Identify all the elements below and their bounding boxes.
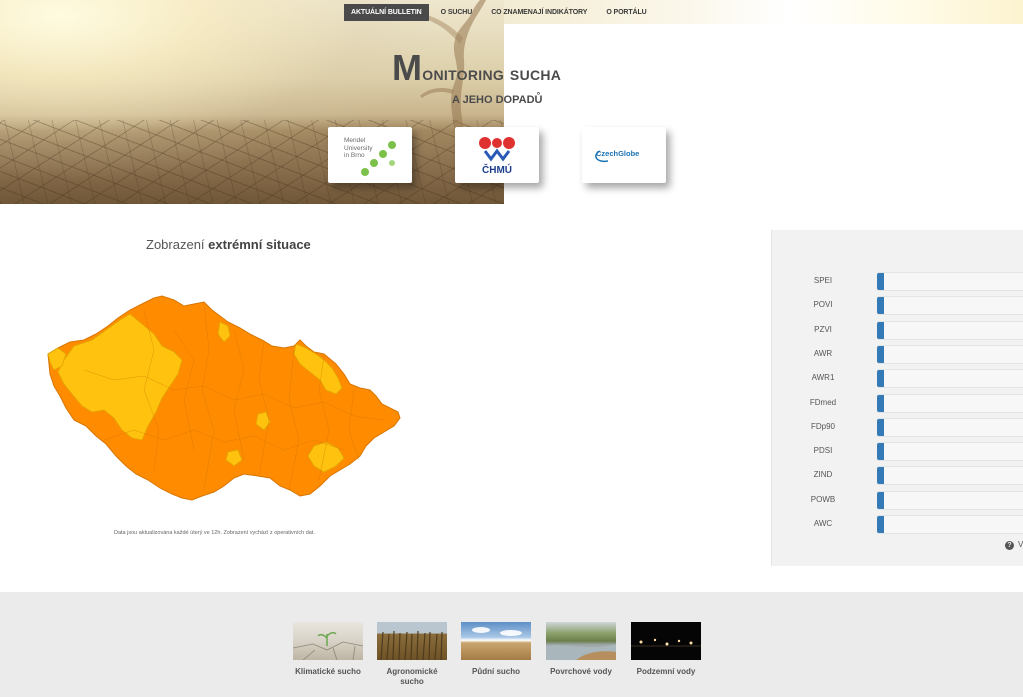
indicator-row: PZVI — [772, 319, 1023, 340]
field-clouds-icon — [472, 627, 522, 636]
indicator-row: AWR1 — [772, 367, 1023, 389]
indicator-row: POWB — [772, 489, 1023, 510]
indicator-bar-fill — [877, 516, 884, 533]
help-text: V — [1018, 540, 1023, 549]
tile-agronomicke-sucho[interactable]: Agronomické sucho — [377, 622, 447, 687]
indicator-bar-fill — [877, 321, 884, 339]
tile-label: Podzemní vody — [636, 667, 696, 676]
indicator-row: FDp90 — [772, 416, 1023, 437]
nav-item-bulletin[interactable]: Aktuální bulletin — [344, 4, 429, 21]
indicator-label: FDmed — [809, 397, 837, 407]
indicator-bar[interactable] — [877, 344, 1023, 364]
indicator-bar-fill — [877, 394, 884, 412]
indicator-panel: SPEI POVI PZVI AWR AWR1 FDmed FDp90 PDSI ZIND POW… — [771, 230, 1023, 566]
main-nav: Aktuální bulletin O suchu Co znamenají i… — [344, 4, 659, 21]
help-link[interactable]: ? V — [1005, 540, 1023, 550]
map-update-note: Data jsou aktualizována každé úterý ve 1… — [114, 530, 315, 536]
indicator-bar-fill — [877, 273, 884, 290]
site-title: Monitoring sucha — [392, 47, 561, 89]
nav-item-o-suchu[interactable]: O suchu — [434, 4, 480, 21]
indicator-bar-fill — [877, 370, 884, 388]
indicator-bar[interactable] — [877, 272, 1023, 291]
site-subtitle: a jeho dopadů — [452, 94, 543, 106]
indicator-row: AWC — [772, 513, 1023, 534]
mendel-university-logo[interactable]: Mendel University in Brno — [328, 127, 412, 183]
tile-label: Povrchové vody — [550, 667, 612, 676]
indicator-label: AWR1 — [811, 373, 835, 383]
indicator-bar[interactable] — [877, 296, 1023, 316]
indicator-label: SPEI — [813, 276, 833, 285]
indicator-bar-fill — [877, 345, 884, 363]
czechglobe-logo[interactable]: CzechGlobe — [582, 127, 666, 183]
indicator-label: ZIND — [813, 470, 833, 480]
hero-drought-image — [0, 0, 504, 204]
indicator-bar[interactable] — [877, 466, 1023, 486]
dry-corn-field-icon — [380, 630, 443, 660]
indicator-row: SPEI — [772, 270, 1023, 291]
chmu-logo[interactable]: ČHMÚ — [455, 127, 539, 183]
tile-podzemni-vody[interactable]: Podzemní vody — [631, 622, 701, 677]
indicator-bar[interactable] — [877, 393, 1023, 413]
drought-map[interactable] — [44, 290, 406, 504]
tile-povrchove-vody[interactable]: Povrchové vody — [546, 622, 616, 677]
indicator-bar-fill — [877, 297, 884, 315]
indicator-label: PDSI — [813, 446, 833, 456]
tile-image-groundwater — [631, 622, 701, 660]
river-bank-icon — [546, 644, 616, 660]
tile-image-soil — [461, 622, 531, 660]
indicator-bar[interactable] — [877, 369, 1023, 389]
indicator-label: POVI — [813, 300, 833, 310]
tile-klimaticke-sucho[interactable]: Klimatické sucho — [293, 622, 363, 677]
site-title-rest: onitoring sucha — [422, 63, 562, 85]
tile-label: Agronomické sucho — [386, 667, 438, 686]
indicator-bar[interactable] — [877, 490, 1023, 510]
indicator-bar-fill — [877, 467, 884, 485]
question-icon: ? — [1005, 541, 1014, 550]
indicator-row: ZIND — [772, 464, 1023, 486]
indicator-bar[interactable] — [877, 515, 1023, 534]
map-heading-bold: extrémní situace — [208, 237, 311, 252]
chmu-logo-text: ČHMÚ — [482, 165, 512, 176]
indicator-bar[interactable] — [877, 417, 1023, 437]
indicator-label: FDp90 — [810, 421, 835, 431]
indicator-label: AWC — [813, 519, 833, 528]
tile-label: Klimatické sucho — [295, 667, 361, 676]
indicator-label: PZVI — [814, 324, 832, 334]
nav-item-indicators[interactable]: Co znamenají indikátory — [484, 4, 594, 21]
cracked-earth-texture — [0, 120, 504, 204]
site-title-initial: M — [392, 47, 423, 88]
tile-image-climatic — [293, 622, 363, 660]
indicator-bar[interactable] — [877, 442, 1023, 462]
mendel-dots-icon — [361, 141, 396, 176]
tile-pudni-sucho[interactable]: Půdní sucho — [461, 622, 531, 677]
map-heading-plain: Zobrazení — [146, 237, 205, 252]
indicator-bar-fill — [877, 443, 884, 461]
map-heading: Zobrazení extrémní situace — [146, 237, 311, 252]
indicator-bar-fill — [877, 491, 884, 509]
indicator-row: PDSI — [772, 440, 1023, 462]
indicator-row: POVI — [772, 294, 1023, 316]
indicator-row: FDmed — [772, 392, 1023, 413]
tile-image-surface-water — [546, 622, 616, 660]
indicator-bar[interactable] — [877, 320, 1023, 340]
cracked-soil-sprout-icon — [293, 631, 363, 660]
indicator-label: AWR — [813, 348, 833, 358]
indicator-bar-fill — [877, 418, 884, 436]
tile-image-agronomic — [377, 622, 447, 660]
czechglobe-logo-text: CzechGlobe — [596, 149, 640, 158]
indicator-label: POWB — [810, 494, 836, 504]
nav-item-o-portalu[interactable]: O portálu — [599, 4, 653, 21]
indicator-row: AWR — [772, 343, 1023, 364]
tile-label: Půdní sucho — [472, 667, 520, 676]
footer-drought-types: Klimatické sucho Agronomické sucho Půdní… — [0, 592, 1023, 697]
cave-lights-icon — [631, 638, 701, 647]
